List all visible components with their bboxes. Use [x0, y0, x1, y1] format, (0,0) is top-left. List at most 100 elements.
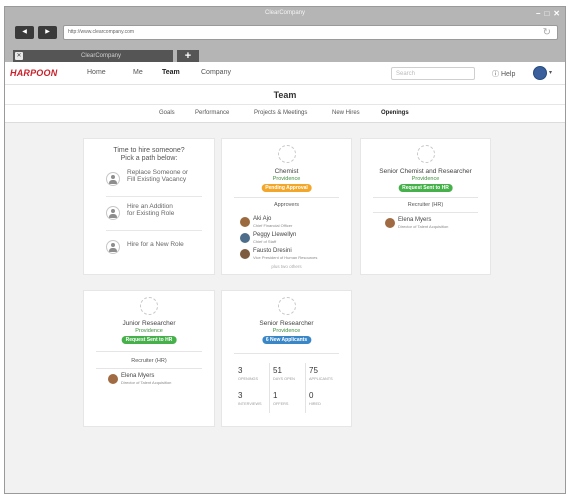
divider — [373, 212, 478, 213]
browser-tab[interactable]: ✕ ClearCompany — [13, 50, 173, 62]
opening-location: Providence — [272, 176, 301, 182]
tab-performance[interactable]: Performance — [195, 110, 229, 116]
avatar — [240, 249, 250, 259]
section-label: Approvers — [273, 202, 300, 208]
status-badge: 6 New Applicants — [261, 336, 312, 344]
avatar — [385, 218, 395, 228]
stat-value: 1 — [273, 391, 278, 400]
window-controls: – □ ✕ — [536, 9, 560, 18]
nav-home[interactable]: Home — [87, 69, 106, 76]
stat-value: 51 — [273, 366, 282, 375]
new-tab-button[interactable]: + — [177, 50, 199, 62]
recruiter-role: Director of Talent Acquisition — [398, 224, 449, 229]
divider — [373, 197, 478, 198]
opening-title: Senior Researcher — [259, 320, 314, 327]
path-new-role[interactable]: Hire for a New Role — [106, 231, 202, 265]
back-button[interactable]: ◀ — [15, 26, 34, 39]
stat-hired: 0 HIRED — [309, 391, 337, 411]
avatar — [108, 374, 118, 384]
status-badge: Request Sent to HR — [121, 336, 177, 344]
maximize-icon[interactable]: □ — [544, 9, 549, 18]
opening-title: Senior Chemist and Researcher — [379, 168, 472, 175]
divider — [269, 363, 270, 413]
opening-card-junior-researcher[interactable]: Junior Researcher Providence Request Sen… — [83, 290, 215, 427]
opening-location: Providence — [135, 328, 163, 334]
opening-title: Junior Researcher — [122, 320, 176, 327]
stat-value: 0 — [309, 391, 314, 400]
opening-location: Providence — [411, 176, 440, 182]
close-window-icon[interactable]: ✕ — [553, 9, 560, 18]
position-avatar-placeholder — [277, 297, 296, 315]
recruiter-name: Elena Myers — [121, 373, 155, 379]
opening-card-senior-chemist[interactable]: Senior Chemist and Researcher Providence… — [360, 138, 491, 275]
chevron-down-icon[interactable]: ▾ — [549, 69, 552, 76]
divider — [96, 368, 202, 369]
left-arrow-icon: ◀ — [22, 29, 27, 35]
tab-goals[interactable]: Goals — [159, 110, 175, 116]
more-approvers-link[interactable]: plus two others — [222, 264, 351, 269]
window-title: ClearCompany — [264, 10, 306, 16]
help-link[interactable]: ⓘ Help — [492, 69, 515, 79]
status-badge: Request Sent to HR — [398, 184, 453, 192]
status-badge: Pending Approval — [261, 184, 312, 192]
stat-openings: 3 OPENINGS — [238, 366, 266, 386]
opening-card-senior-researcher[interactable]: Senior Researcher Providence 6 New Appli… — [221, 290, 352, 427]
avatar — [240, 217, 250, 227]
opening-card-chemist[interactable]: Chemist Providence Pending Approval Appr… — [221, 138, 352, 275]
sub-navigation: Goals Performance Projects & Meetings Ne… — [5, 105, 565, 123]
hire-heading-line2: Pick a path below: — [120, 155, 178, 162]
divider — [96, 351, 202, 352]
path-replace-someone[interactable]: Replace Someone or Fill Existing Vacancy — [106, 163, 202, 197]
hire-path-card: Time to hire someone? Pick a path below:… — [83, 138, 215, 275]
reload-icon[interactable]: ↻ — [543, 27, 551, 38]
stat-value: 3 — [238, 366, 243, 375]
nav-me[interactable]: Me — [133, 69, 143, 76]
stat-label: HIRED — [309, 402, 321, 406]
stat-label: DAYS OPEN — [273, 377, 295, 381]
group-icon — [106, 206, 120, 220]
tab-title: ClearCompany — [81, 53, 122, 59]
section-label: Recruiter (HR) — [407, 202, 444, 208]
brand-logo[interactable]: HARPOON — [10, 68, 57, 78]
path-addition-line1: Hire an Addition — [127, 203, 173, 210]
minimize-icon[interactable]: – — [536, 9, 540, 18]
opening-title: Chemist — [274, 168, 299, 175]
help-icon: ⓘ — [492, 71, 499, 78]
url-text: http://www.clearcompany.com — [68, 29, 135, 35]
openings-content: Time to hire someone? Pick a path below:… — [5, 123, 565, 493]
approver-role: Chief Financial Officer — [253, 223, 293, 228]
stat-label: OFFERS — [273, 402, 289, 406]
tab-new-hires[interactable]: New Hires — [332, 110, 360, 116]
recruiter-role: Director of Talent Acquisition — [121, 380, 172, 385]
person-icon — [106, 172, 120, 186]
divider — [234, 353, 339, 354]
user-avatar[interactable] — [533, 66, 547, 80]
stat-interviews: 3 INTERVIEWS — [238, 391, 266, 411]
app-navbar: HARPOON Home Me Team Company Search ⓘ He… — [5, 62, 565, 85]
forward-button[interactable]: ▶ — [38, 26, 57, 39]
stat-value: 3 — [238, 391, 243, 400]
help-label: Help — [500, 71, 516, 78]
stat-label: OPENINGS — [238, 377, 259, 381]
approver-role: Vice President of Human Resources — [253, 255, 318, 260]
stat-days-open: 51 DAYS OPEN — [273, 366, 301, 386]
path-addition-label: Hire an Addition for Existing Role — [127, 203, 174, 217]
window-titlebar: ClearCompany – □ ✕ — [5, 7, 565, 24]
hire-heading-line1: Time to hire someone? — [113, 147, 185, 154]
position-avatar-placeholder — [416, 145, 435, 163]
approver-name: Peggy Llewellyn — [253, 232, 297, 238]
section-label: Recruiter (HR) — [131, 358, 167, 364]
tab-strip: ✕ ClearCompany + — [5, 44, 565, 62]
stat-label: APPLICANTS — [309, 377, 333, 381]
tab-openings[interactable]: Openings — [381, 110, 409, 116]
search-input[interactable]: Search — [391, 67, 475, 80]
path-hire-addition[interactable]: Hire an Addition for Existing Role — [106, 197, 202, 231]
approver-role: Chief of Staff — [253, 239, 277, 244]
close-tab-icon[interactable]: ✕ — [15, 52, 23, 60]
nav-company[interactable]: Company — [201, 69, 231, 76]
url-field[interactable]: http://www.clearcompany.com ↻ — [63, 25, 558, 40]
tab-projects-meetings[interactable]: Projects & Meetings — [254, 110, 307, 116]
nav-team[interactable]: Team — [162, 69, 180, 76]
position-avatar-placeholder — [140, 297, 158, 315]
avatar — [240, 233, 250, 243]
